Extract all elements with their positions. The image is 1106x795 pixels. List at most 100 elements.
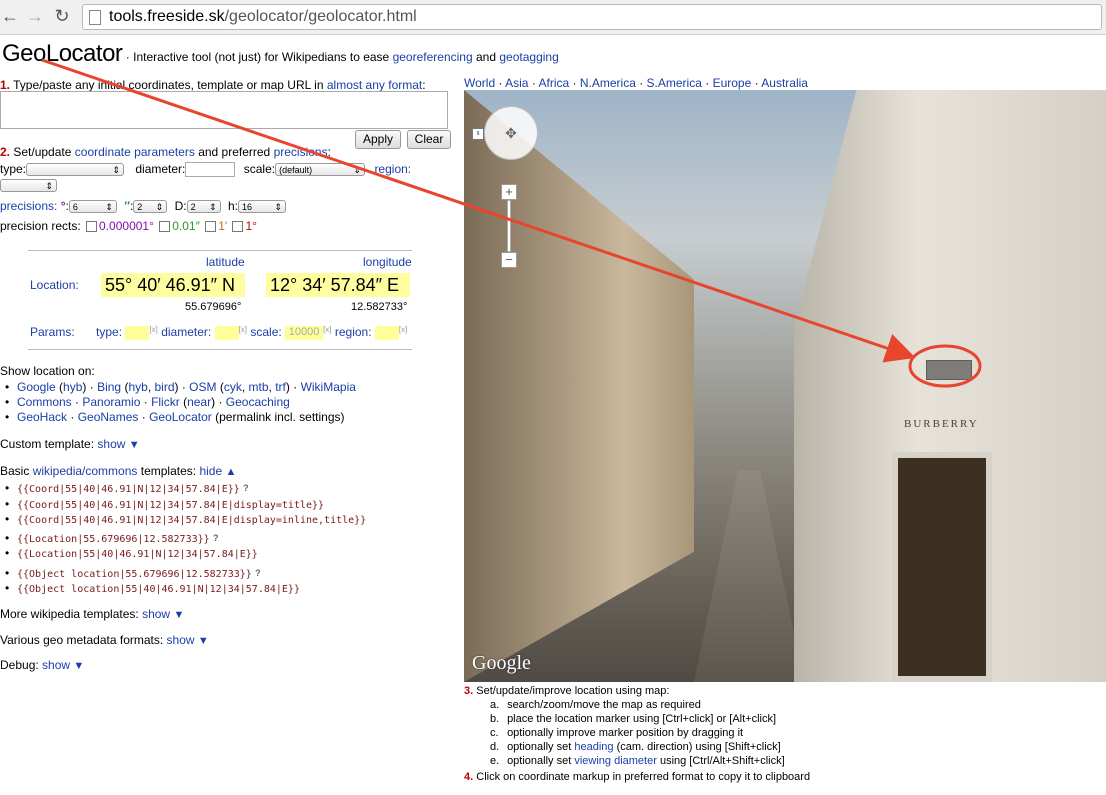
wikipedia-commons-link[interactable]: wikipedia/commons	[33, 464, 138, 478]
degree-precision-select[interactable]: 6	[68, 200, 117, 214]
back-icon[interactable]: ←	[0, 6, 20, 26]
region-world-link[interactable]: World	[464, 76, 495, 90]
latitude-decimal[interactable]: 55.679696°	[185, 301, 241, 313]
coordinate-parameters-link[interactable]: coordinate parameters	[75, 145, 195, 159]
location-label: Location:	[30, 278, 79, 292]
location-table: latitude longitude Location: 55° 40′ 46.…	[28, 250, 412, 350]
rect-checkbox-1[interactable]	[86, 221, 98, 233]
google-link[interactable]: Google	[17, 380, 56, 394]
page-header: GeoLocator · Interactive tool (not just)…	[2, 40, 559, 67]
list-item: b. place the location marker using [Ctrl…	[490, 713, 777, 725]
second-precision-select[interactable]: 2	[133, 200, 168, 214]
geohack-link[interactable]: GeoHack	[17, 410, 67, 424]
triangle-down-icon[interactable]: ▼	[173, 609, 184, 621]
region-select[interactable]	[0, 179, 57, 193]
bing-hyb-link[interactable]: hyb	[128, 380, 147, 394]
param-type-value[interactable]	[125, 325, 150, 340]
wikimapia-link[interactable]: WikiMapia	[301, 380, 356, 394]
georeferencing-link[interactable]: georeferencing	[393, 50, 473, 64]
flickr-link[interactable]: Flickr	[151, 395, 180, 409]
geotagging-link[interactable]: geotagging	[499, 50, 558, 64]
reload-icon[interactable]: ↻	[52, 6, 72, 26]
map-instructions: 3. Set/update/improve location using map…	[464, 685, 811, 783]
store-entrance	[892, 452, 992, 682]
geo-formats-show-link[interactable]: show	[167, 633, 195, 647]
precisions-label[interactable]: precisions:	[0, 199, 57, 213]
custom-template-show-link[interactable]: show	[97, 437, 125, 451]
google-hyb-link[interactable]: hyb	[63, 380, 82, 394]
region-link[interactable]: region:	[374, 162, 411, 176]
address-bar[interactable]: tools.freeside.sk/geolocator/geolocator.…	[82, 4, 1102, 30]
param-region-value[interactable]	[374, 325, 399, 340]
zoom-in-button[interactable]: +	[501, 184, 517, 200]
flickr-near-link[interactable]: near	[187, 395, 211, 409]
list-item[interactable]: {{Coord|55|40|46.91|N|12|34|57.84|E}} ?	[0, 480, 366, 497]
diameter-input[interactable]	[185, 162, 236, 178]
forward-icon[interactable]: →	[25, 6, 45, 26]
list-item[interactable]: {{Location|55.679696|12.582733}} ?	[0, 531, 366, 546]
list-item[interactable]: {{Object location|55|40|46.91|N|12|34|57…	[0, 581, 366, 596]
type-select[interactable]	[26, 163, 125, 177]
list-item[interactable]: {{Coord|55|40|46.91|N|12|34|57.84|E|disp…	[0, 497, 366, 512]
longitude-decimal[interactable]: 12.582733°	[351, 301, 407, 313]
geolocator-link[interactable]: GeoLocator	[149, 410, 212, 424]
list-item: GeoHack · GeoNames · GeoLocator (permali…	[0, 410, 356, 425]
almost-any-format-link[interactable]: almost any format	[327, 78, 422, 92]
precisions-row: precisions: °:6 ″:2 D:2 h:16	[0, 199, 286, 214]
bing-link[interactable]: Bing	[97, 380, 121, 394]
param-diameter-value[interactable]	[214, 325, 239, 340]
zoom-out-button[interactable]: −	[501, 252, 517, 268]
debug-show-link[interactable]: show	[42, 658, 70, 672]
apply-button[interactable]: Apply	[355, 130, 401, 149]
latitude-dms[interactable]: 55° 40′ 46.91″ N	[101, 273, 245, 297]
osm-cyk-link[interactable]: cyk	[224, 380, 242, 394]
viewing-diameter-link[interactable]: viewing diameter	[574, 755, 657, 767]
geonames-link[interactable]: GeoNames	[78, 410, 139, 424]
url-text: tools.freeside.sk/geolocator/geolocator.…	[109, 8, 417, 25]
precisions-link[interactable]: precisions	[274, 145, 328, 159]
street-view-map[interactable]: BURBERRY ᵡ ✥ + − Google	[464, 90, 1106, 682]
osm-link[interactable]: OSM	[189, 380, 216, 394]
triangle-down-icon[interactable]: ▼	[73, 660, 84, 672]
store-sign: BURBERRY	[904, 418, 979, 430]
clear-button[interactable]: Clear	[407, 130, 451, 149]
pan-control-icon[interactable]: ✥	[484, 106, 538, 160]
list-item[interactable]: {{Coord|55|40|46.91|N|12|34|57.84|E|disp…	[0, 512, 366, 531]
h-precision-select[interactable]: 16	[238, 200, 286, 214]
longitude-dms[interactable]: 12° 34′ 57.84″ E	[266, 273, 410, 297]
template-list: {{Coord|55|40|46.91|N|12|34|57.84|E}} ? …	[0, 480, 366, 596]
region-links: World · Asia · Africa · N.America · S.Am…	[464, 76, 808, 90]
rect-checkbox-4[interactable]	[232, 221, 244, 233]
rect-checkbox-3[interactable]	[205, 221, 217, 233]
region-africa-link[interactable]: Africa	[539, 76, 570, 90]
region-samerica-link[interactable]: S.America	[647, 76, 702, 90]
panoramio-link[interactable]: Panoramio	[82, 395, 140, 409]
region-namerica-link[interactable]: N.America	[580, 76, 636, 90]
rect-checkbox-2[interactable]	[159, 221, 171, 233]
geocaching-link[interactable]: Geocaching	[226, 395, 290, 409]
coordinates-input[interactable]	[0, 91, 448, 129]
heading-link[interactable]: heading	[574, 741, 613, 753]
region-asia-link[interactable]: Asia	[505, 76, 528, 90]
osm-mtb-link[interactable]: mtb	[249, 380, 269, 394]
list-item: c. optionally improve marker position by…	[490, 727, 744, 739]
region-australia-link[interactable]: Australia	[761, 76, 808, 90]
osm-trf-link[interactable]: trf	[275, 380, 286, 394]
zoom-slider[interactable]	[507, 200, 511, 252]
list-item[interactable]: {{Location|55|40|46.91|N|12|34|57.84|E}}	[0, 546, 366, 566]
triangle-down-icon[interactable]: ▼	[198, 635, 209, 647]
bing-bird-link[interactable]: bird	[154, 380, 174, 394]
commons-link[interactable]: Commons	[17, 395, 72, 409]
region-europe-link[interactable]: Europe	[713, 76, 752, 90]
param-scale-value[interactable]: 10000	[285, 325, 324, 340]
list-item[interactable]: {{Object location|55.679696|12.582733}} …	[0, 566, 366, 581]
d-precision-select[interactable]: 2	[186, 200, 221, 214]
more-templates-show-link[interactable]: show	[142, 607, 170, 621]
triangle-down-icon[interactable]: ▼	[129, 439, 140, 451]
basic-templates-hide-link[interactable]: hide	[199, 464, 222, 478]
page-icon	[89, 10, 101, 25]
pegman-icon[interactable]: ᵡ	[472, 128, 484, 140]
scale-select[interactable]: (default)	[275, 163, 366, 177]
region-row	[0, 178, 57, 193]
triangle-up-icon[interactable]: ▲	[225, 466, 236, 478]
